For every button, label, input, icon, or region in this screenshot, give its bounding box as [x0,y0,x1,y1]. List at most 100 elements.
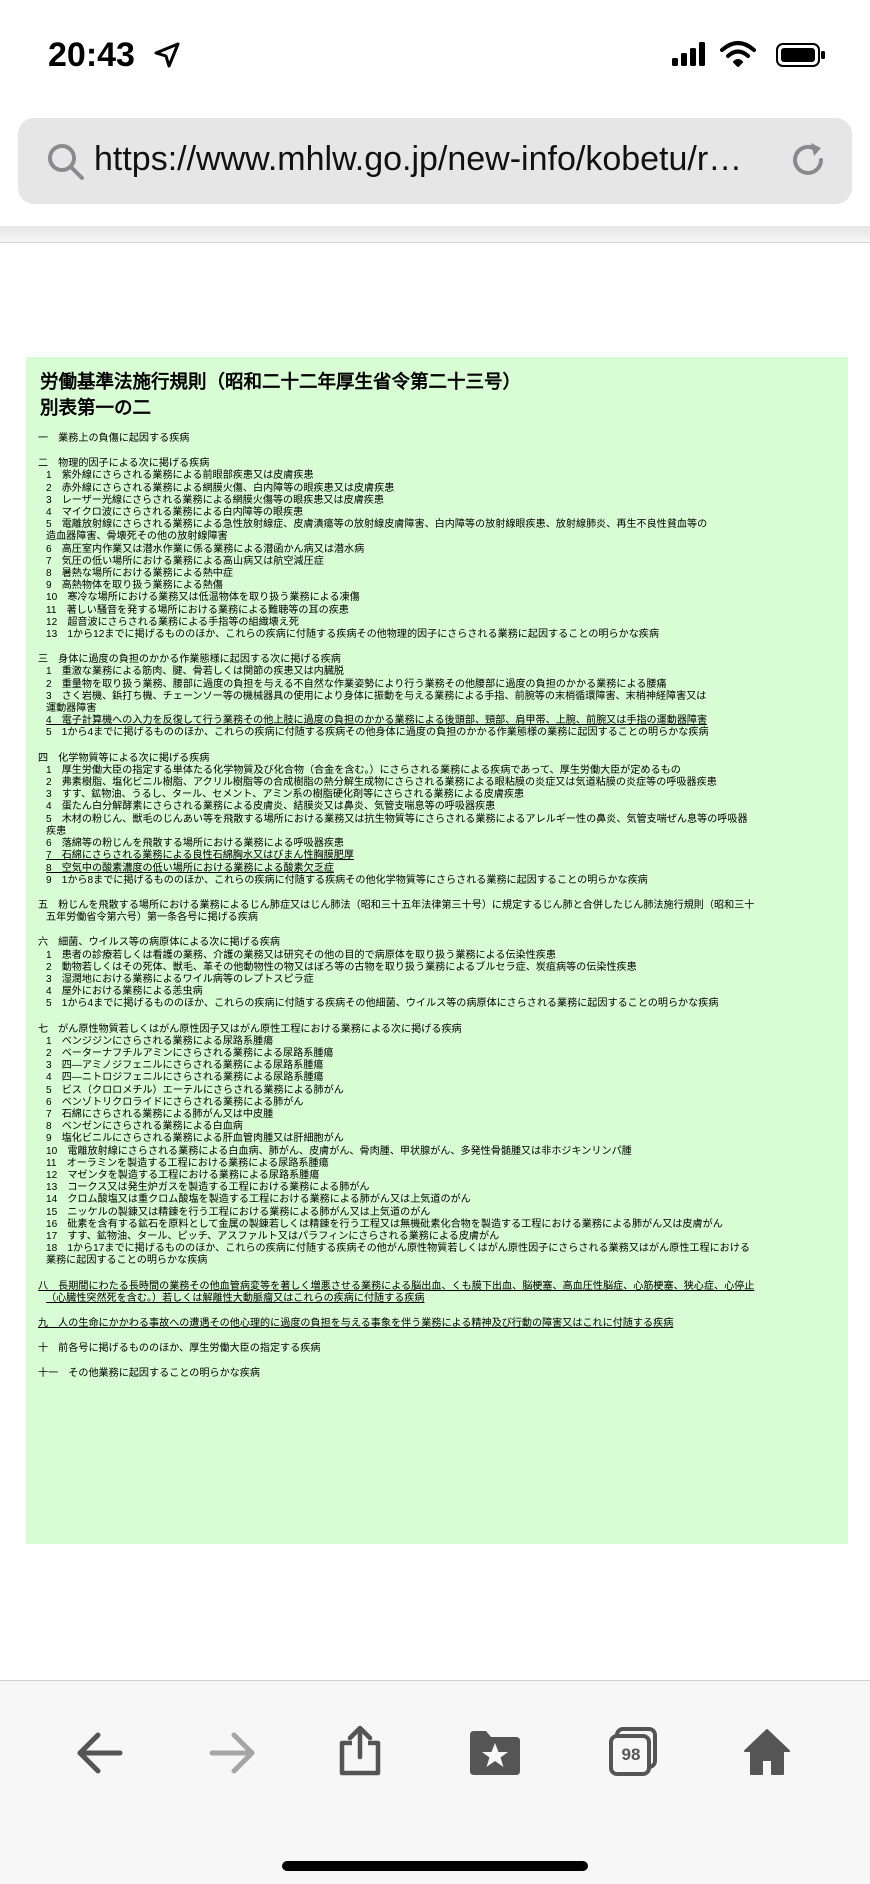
address-bar[interactable]: https://www.mhlw.go.jp/new-info/kobetu/r… [18,118,852,204]
document-line: 2 重量物を取り扱う業務、腰部に過度の負担を与える不自然な作業姿勢により行う業務… [46,678,667,690]
toolbar-divider [0,226,870,243]
bookmarks-folder-icon[interactable] [468,1729,522,1779]
status-bar: 20:43 [0,0,870,110]
document-line: 5 1から4までに掲げるもののほか、これらの疾病に付随する疾病その他細菌、ウイル… [46,998,719,1010]
document-section: 五 粉じんを飛散する場所における業務によるじん肺症又はじん肺法（昭和三十五年法律… [38,900,836,924]
document-line: 運動器障害 [46,703,97,715]
document-line: 3 湿潤地における業務によるワイル病等のレプトスピラ症 [46,973,314,985]
document-section: 十一 その他業務に起因することの明らかな疾病 [38,1368,836,1380]
document-line: 十一 その他業務に起因することの明らかな疾病 [38,1368,260,1380]
document-line: 4 マイクロ波にさらされる業務による白内障等の眼疾患 [46,507,304,519]
document-line: 5 1から4までに掲げるもののほか、これらの疾病に付随する疾病その他身体に過度の… [46,727,709,739]
cellular-signal-icon [672,42,708,70]
document-line: 4 電子計算機への入力を反復して行う業務その他上肢に過度の負担のかかる業務による… [46,715,708,727]
document-line: 1 厚生労働大臣の指定する単体たる化学物質及び化合物（合金を含む。）にさらされる… [46,764,681,776]
document-line: （心臓性突然死を含む。）若しくは解離性大動脈瘤又はこれらの疾病に付随する疾病 [46,1292,425,1304]
document-line: 四 化学物質等による次に掲げる疾病 [38,752,210,764]
document-section: 八 長期間にわたる長時間の業務その他血管病変等を著しく増悪させる業務による脳出血… [38,1281,836,1305]
title-line-2: 別表第一の二 [40,397,152,418]
document-line: 17 すす、鉱物油、タール、ピッチ、アスファルト又はパラフィンにさらされる業務に… [46,1230,500,1242]
document-line: 6 落綿等の粉じんを飛散する場所における業務による呼吸器疾患 [46,838,345,850]
document-title: 労働基準法施行規則（昭和二十二年厚生省令第二十三号） 別表第一の二 [40,369,836,421]
document-line: 8 ベンゼンにさらされる業務による白血病 [46,1121,243,1133]
wifi-icon [720,40,756,72]
document-line: 12 マゼンタを製造する工程における業務による尿路系腫瘍 [46,1169,320,1181]
document-line: 11 著しい騒音を発する場所における業務による難聴等の耳の疾患 [46,604,349,616]
document-line: 5 ビス（クロロメチル）エーテルにさらされる業務による肺がん [46,1084,344,1096]
document-line: 十 前各号に掲げるもののほか、厚生労働大臣の指定する疾病 [38,1343,321,1355]
document-line: 2 ベーターナフチルアミンにさらされる業務による尿路系腫瘍 [46,1047,334,1059]
battery-icon [776,43,826,71]
document-line: 12 超音波にさらされる業務による手指等の組織壊え死 [46,616,299,628]
document-line: 八 長期間にわたる長時間の業務その他血管病変等を著しく増悪させる業務による脳出血… [38,1280,755,1292]
law-document: 労働基準法施行規則（昭和二十二年厚生省令第二十三号） 別表第一の二 一 業務上の… [26,357,848,1544]
document-line: 9 1から8までに掲げるもののほか、これらの疾病に付随する疾病その他化学物質等に… [46,874,648,886]
document-line: 7 石綿にさらされる業務による良性石綿胸水又はびまん性胸膜肥厚 [46,850,354,862]
tabs-count: 98 [621,1745,641,1764]
document-line: 4 屋外における業務による恙虫病 [46,986,203,998]
document-line: 4 四―ニトロジフェニルにさらされる業務による尿路系腫瘍 [46,1072,324,1084]
document-line: 7 気圧の低い場所における業務による高山病又は航空減圧症 [46,555,324,567]
document-line: 疾患 [46,825,67,837]
document-line: 9 塩化ビニルにさらされる業務による肝血管肉腫又は肝細胞がん [46,1133,344,1145]
url-text[interactable]: https://www.mhlw.go.jp/new-info/kobetu/r… [94,140,784,179]
document-section: 九 人の生命にかかわる事故への遭遇その他心理的に過度の負担を与える事象を伴う業務… [38,1318,836,1330]
document-line: 11 オーラミンを製造する工程における業務による尿路系腫瘍 [46,1157,329,1169]
document-line: 3 さく岩機、鋲打ち機、チェーンソー等の機械器具の使用により身体に振動を与える業… [46,690,707,702]
document-line: 五 粉じんを飛散する場所における業務によるじん肺症又はじん肺法（昭和三十五年法律… [38,899,755,911]
document-line: 8 空気中の酸素濃度の低い場所における業務による酸素欠乏症 [46,862,334,874]
home-icon[interactable] [742,1727,792,1781]
document-line: 九 人の生命にかかわる事故への遭遇その他心理的に過度の負担を与える事象を伴う業務… [38,1318,674,1329]
document-line: 二 物理的因子による次に掲げる疾病 [38,458,210,470]
document-line: 5 木材の粉じん、獣毛のじんあい等を飛散する場所における業務又は抗生物質等にさら… [46,813,748,825]
document-line: 6 高圧室内作業又は潜水作業に係る業務による潜函かん病又は潜水病 [46,543,365,555]
document-line: 6 ベンゾトリクロライドにさらされる業務による肺がん [46,1096,304,1108]
location-arrow-icon [154,42,180,72]
status-time: 20:43 [48,36,135,74]
browser-toolbar: 98 [0,1680,870,1884]
document-line: 2 動物若しくはその死体、獣毛、革その他動物性の物又はぼろ等の古物を取り扱う業務… [46,961,637,973]
document-line: 8 暑熱な場所における業務による熱中症 [46,568,233,580]
document-line: 15 ニッケルの製錬又は精錬を行う工程における業務による肺がん又は上気道のがん [46,1206,431,1218]
document-section: 十 前各号に掲げるもののほか、厚生労働大臣の指定する疾病 [38,1343,836,1355]
document-line: 六 細菌、ウイルス等の病原体による次に掲げる疾病 [38,937,280,949]
tabs-icon[interactable]: 98 [608,1727,658,1781]
document-line: 13 コークス又は発生炉ガスを製造する工程における業務による肺がん [46,1182,370,1194]
title-line-1: 労働基準法施行規則（昭和二十二年厚生省令第二十三号） [40,371,522,392]
document-line: 3 レーザー光線にさらされる業務による網膜火傷等の眼疾患又は皮膚疾患 [46,494,384,506]
document-sections: 一 業務上の負傷に起因する疾病二 物理的因子による次に掲げる疾病 1 紫外線にさら… [38,433,836,1381]
document-section: 六 細菌、ウイルス等の病原体による次に掲げる疾病 1 患者の診療若しくは看護の業務… [38,937,836,1010]
document-line: 16 砒素を含有する鉱石を原料として金属の製錬若しくは精錬を行う工程又は無機砒素… [46,1218,723,1230]
document-line: 5 電離放射線にさらされる業務による急性放射線症、皮膚潰瘍等の放射線皮膚障害、白… [46,519,708,531]
document-line: 3 すす、鉱物油、うるし、タール、セメント、アミン系の樹脂硬化剤等にさらされる業… [46,789,525,801]
document-line: 造血器障害、骨壊死その他の放射線障害 [46,531,228,543]
document-line: 4 蛋たん白分解酵素にさらされる業務による皮膚炎、結膜炎又は鼻炎、気管支喘息等の… [46,801,496,813]
document-line: 2 弗素樹脂、塩化ビニル樹脂、アクリル樹脂等の合成樹脂の熱分解生成物にさらされる… [46,777,717,789]
forward-arrow-icon[interactable] [208,1731,256,1779]
search-icon [46,142,86,186]
document-line: 3 四―アミノジフェニルにさらされる業務による尿路系腫瘍 [46,1060,324,1072]
document-line: 2 赤外線にさらされる業務による網膜火傷、白内障等の眼疾患又は皮膚疾患 [46,482,395,494]
document-line: 七 がん原性物質若しくはがん原性因子又はがん原性工程における業務による次に掲げる… [38,1023,462,1035]
document-line: 18 1から17までに掲げるもののほか、これらの疾病に付随する疾病その他がん原性… [46,1243,750,1255]
reload-icon[interactable] [788,140,830,186]
document-line: 一 業務上の負傷に起因する疾病 [38,433,190,444]
document-section: 七 がん原性物質若しくはがん原性因子又はがん原性工程における業務による次に掲げる… [38,1024,836,1268]
share-icon[interactable] [338,1725,382,1781]
document-section: 二 物理的因子による次に掲げる疾病 1 紫外線にさらされる業務による前眼部疾患又は… [38,458,836,641]
back-arrow-icon[interactable] [76,1731,124,1779]
document-line: 1 ベンジジンにさらされる業務による尿路系腫瘍 [46,1035,274,1047]
home-indicator [282,1861,588,1871]
document-section: 四 化学物質等による次に掲げる疾病 1 厚生労働大臣の指定する単体たる化学物質及び… [38,753,836,887]
document-line: 1 患者の診療若しくは看護の業務、介護の業務又は研究その他の目的で病原体を取り扱… [46,949,556,961]
document-line: 三 身体に過度の負担のかかる作業態様に起因する次に掲げる疾病 [38,654,341,666]
document-line: 五年労働省令第六号）第一条各号に掲げる疾病 [46,912,258,924]
document-line: 13 1から12までに掲げるもののほか、これらの疾病に付随する疾病その他物理的因… [46,629,659,641]
document-line: 9 高熱物体を取り扱う業務による熱傷 [46,580,223,592]
document-line: 1 重激な業務による筋肉、腱、骨若しくは関節の疾患又は内臓脱 [46,666,345,678]
document-line: 10 寒冷な場所における業務又は低温物体を取り扱う業務による凍傷 [46,592,360,604]
document-section: 一 業務上の負傷に起因する疾病 [38,433,836,445]
document-line: 10 電離放射線にさらされる業務による白血病、肺がん、皮膚がん、骨肉腫、甲状腺が… [46,1145,632,1157]
document-line: 14 クロム酸塩又は重クロム酸塩を製造する工程における業務による肺がん又は上気道… [46,1194,471,1206]
document-section: 三 身体に過度の負担のかかる作業態様に起因する次に掲げる疾病 1 重激な業務による… [38,654,836,739]
